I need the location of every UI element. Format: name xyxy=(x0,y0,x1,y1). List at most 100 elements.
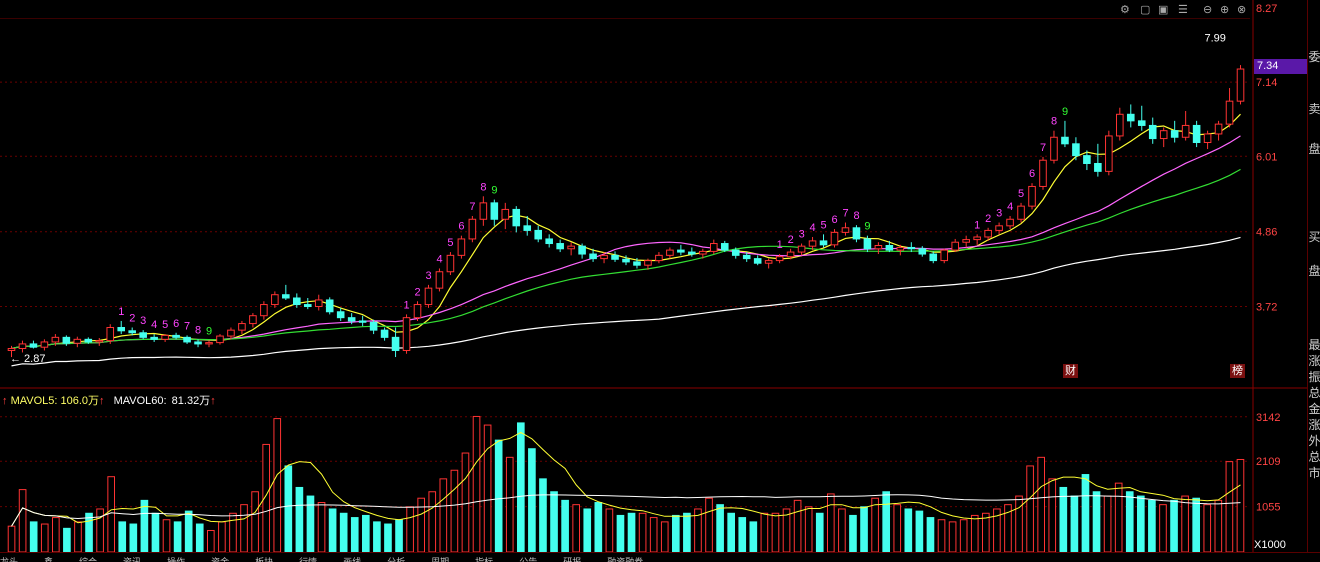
volume-bar[interactable] xyxy=(539,478,547,552)
volume-bar[interactable] xyxy=(63,527,71,552)
volume-bar[interactable] xyxy=(195,523,204,552)
candle-body[interactable] xyxy=(984,229,992,238)
candle-body[interactable] xyxy=(1148,124,1157,140)
volume-bar[interactable] xyxy=(1181,495,1189,552)
bottom-tab-item[interactable]: 行情 xyxy=(299,557,317,562)
candle-body[interactable] xyxy=(742,254,751,260)
volume-bar[interactable] xyxy=(904,508,913,552)
volume-bar[interactable] xyxy=(1081,474,1090,552)
candle-body[interactable] xyxy=(1094,162,1102,172)
volume-bar[interactable] xyxy=(793,499,802,552)
candle-body[interactable] xyxy=(84,338,93,343)
volume-bar[interactable] xyxy=(373,521,381,552)
volume-bar[interactable] xyxy=(871,497,879,552)
volume-bar[interactable] xyxy=(118,521,127,552)
candle-body[interactable] xyxy=(951,241,959,251)
candle-body[interactable] xyxy=(1181,124,1190,138)
volume-bar[interactable] xyxy=(472,415,481,552)
volume-bar[interactable] xyxy=(74,521,82,552)
volume-bar[interactable] xyxy=(85,512,93,552)
candle-body[interactable] xyxy=(29,343,38,348)
volume-bar[interactable] xyxy=(727,512,735,552)
candle-body[interactable] xyxy=(962,239,970,243)
volume-bar[interactable] xyxy=(505,456,514,552)
candle-body[interactable] xyxy=(293,297,301,306)
volume-bar[interactable] xyxy=(52,517,60,552)
volume-bar[interactable] xyxy=(1203,504,1212,552)
volume-bar[interactable] xyxy=(439,478,448,552)
print-icon[interactable]: ▢ xyxy=(1140,3,1150,16)
bottom-tab-item[interactable]: 画线 xyxy=(343,557,361,562)
volume-bar[interactable] xyxy=(672,514,680,552)
volume-bar[interactable] xyxy=(240,504,248,552)
volume-bar[interactable] xyxy=(7,525,16,552)
volume-bar[interactable] xyxy=(229,512,237,552)
volume-bar[interactable] xyxy=(317,502,326,552)
bottom-tab-item[interactable]: 资讯 xyxy=(123,557,141,562)
candle-body[interactable] xyxy=(995,225,1003,231)
volume-bar[interactable] xyxy=(1059,486,1068,552)
candle-body[interactable] xyxy=(402,317,411,351)
volume-bar[interactable] xyxy=(749,521,758,552)
volume-bar[interactable] xyxy=(1037,456,1046,552)
volume-bar[interactable] xyxy=(218,521,226,552)
candle-body[interactable] xyxy=(150,336,158,340)
candle-body[interactable] xyxy=(797,245,806,253)
candle-body[interactable] xyxy=(622,258,630,263)
settings-icon[interactable]: ⚙ xyxy=(1120,3,1130,16)
candle-body[interactable] xyxy=(347,317,356,322)
volume-bar[interactable] xyxy=(173,521,182,552)
volume-bar[interactable] xyxy=(306,495,315,552)
candle-body[interactable] xyxy=(391,336,400,351)
volume-bar[interactable] xyxy=(1103,495,1112,552)
candle-body[interactable] xyxy=(666,249,674,256)
bottom-tab-item[interactable]: 板块 xyxy=(255,557,273,562)
volume-bar[interactable] xyxy=(1114,482,1123,552)
candle-body[interactable] xyxy=(238,323,246,331)
volume-bar[interactable] xyxy=(649,517,658,552)
volume-bar[interactable] xyxy=(849,514,857,552)
candle-body[interactable] xyxy=(863,238,872,250)
candle-body[interactable] xyxy=(775,256,784,262)
volume-bar[interactable] xyxy=(140,499,149,552)
volume-bar[interactable] xyxy=(1170,499,1178,552)
volume-bar[interactable] xyxy=(926,517,935,552)
candle-body[interactable] xyxy=(731,249,740,256)
candle-body[interactable] xyxy=(1105,135,1113,172)
candle-body[interactable] xyxy=(1159,130,1168,140)
volume-bar[interactable] xyxy=(738,517,747,552)
volume-bar[interactable] xyxy=(428,491,437,552)
volume-bar[interactable] xyxy=(771,512,780,552)
volume-bar[interactable] xyxy=(550,491,558,552)
volume-bar[interactable] xyxy=(528,448,536,552)
candle-body[interactable] xyxy=(907,246,916,250)
candle-body[interactable] xyxy=(644,260,652,266)
volume-bar[interactable] xyxy=(207,529,215,552)
candle-body[interactable] xyxy=(709,243,718,252)
volume-bar[interactable] xyxy=(716,504,724,552)
candle-body[interactable] xyxy=(271,294,279,306)
candle-body[interactable] xyxy=(556,243,564,250)
volume-bar[interactable] xyxy=(882,491,890,552)
candle-body[interactable] xyxy=(1072,143,1080,157)
rank-tag[interactable]: 榜 xyxy=(1230,364,1245,378)
volume-bar[interactable] xyxy=(1092,491,1101,552)
bottom-tab-item[interactable]: 龙头 xyxy=(0,557,18,562)
candle-body[interactable] xyxy=(1028,185,1036,207)
candle-body[interactable] xyxy=(819,240,828,246)
candle-body[interactable] xyxy=(545,238,553,245)
candle-body[interactable] xyxy=(227,329,235,337)
plus-icon[interactable]: ⊕ xyxy=(1220,3,1229,16)
list-icon[interactable]: ☰ xyxy=(1178,3,1188,16)
candle-body[interactable] xyxy=(1083,155,1091,164)
candle-body[interactable] xyxy=(1236,68,1245,102)
candle-body[interactable] xyxy=(830,231,839,246)
volume-bar[interactable] xyxy=(395,519,403,552)
minus-icon[interactable]: ⊖ xyxy=(1203,3,1212,16)
volume-bar[interactable] xyxy=(583,508,592,552)
candle-body[interactable] xyxy=(885,245,894,251)
candle-body[interactable] xyxy=(655,254,663,262)
candle-body[interactable] xyxy=(139,332,147,338)
candle-body[interactable] xyxy=(534,229,543,240)
volume-bar[interactable] xyxy=(982,512,990,552)
